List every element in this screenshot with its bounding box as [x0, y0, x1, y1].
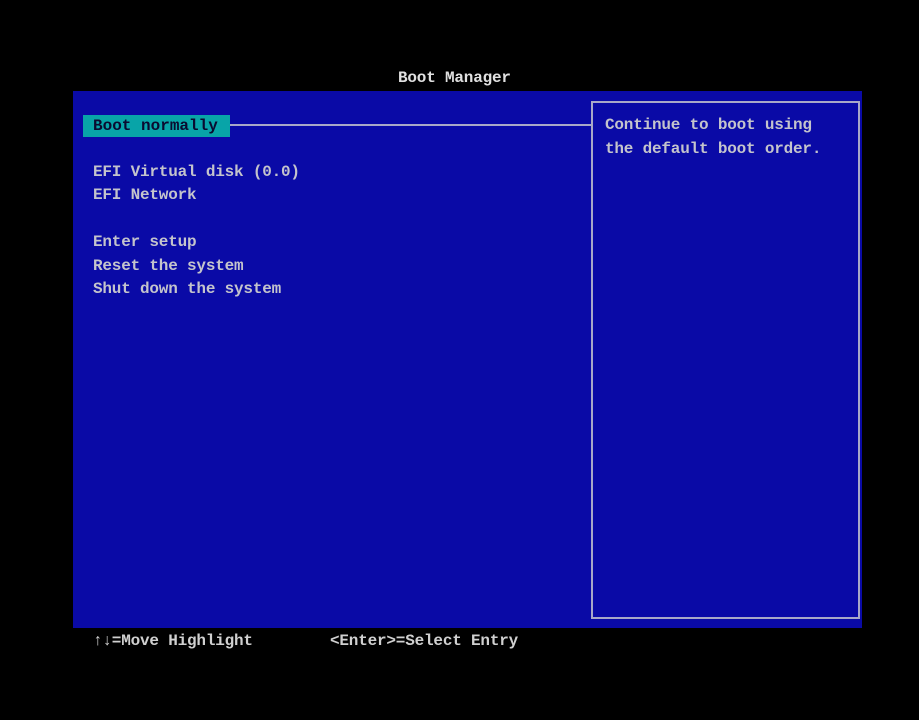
- menu-item-efi-virtual-disk[interactable]: EFI Virtual disk (0.0): [93, 162, 300, 182]
- connector-line: [230, 124, 591, 126]
- menu-item-boot-normally[interactable]: Boot normally: [83, 115, 230, 137]
- menu-item-enter-setup[interactable]: Enter setup: [93, 232, 197, 252]
- footer-move-hint: ↑↓=Move Highlight: [93, 632, 253, 650]
- page-title: Boot Manager: [398, 69, 511, 87]
- help-box: [591, 101, 860, 619]
- menu-item-label: Boot normally: [93, 117, 218, 135]
- menu-item-shutdown[interactable]: Shut down the system: [93, 279, 281, 299]
- menu-item-reset[interactable]: Reset the system: [93, 256, 244, 276]
- menu-item-efi-network[interactable]: EFI Network: [93, 185, 197, 205]
- help-text-line: Continue to boot using: [605, 116, 812, 134]
- help-text-line: the default boot order.: [605, 140, 822, 158]
- footer-select-hint: <Enter>=Select Entry: [330, 632, 519, 650]
